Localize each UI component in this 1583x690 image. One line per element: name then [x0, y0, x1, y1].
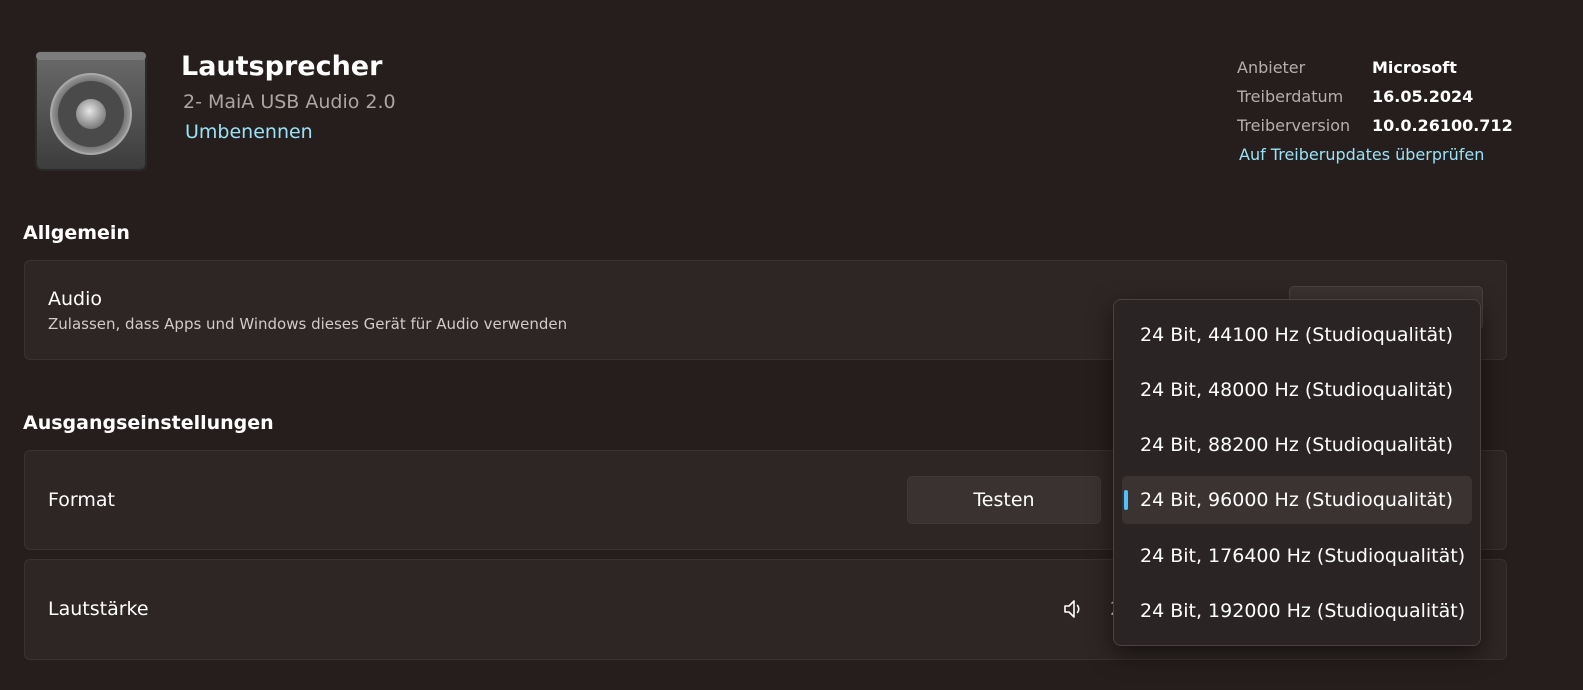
vendor-value: Microsoft	[1372, 58, 1457, 77]
driver-date-value: 16.05.2024	[1372, 87, 1474, 106]
format-option-label: 24 Bit, 88200 Hz (Studioqualität)	[1140, 434, 1454, 456]
section-general-title: Allgemein	[23, 222, 130, 244]
speaker-volume-icon[interactable]	[1062, 597, 1086, 621]
device-subtitle: 2- MaiA USB Audio 2.0	[183, 91, 396, 113]
test-button[interactable]: Testen	[907, 476, 1101, 524]
audio-description: Zulassen, dass Apps und Windows dieses G…	[48, 315, 568, 333]
format-dropdown-menu: 24 Bit, 44100 Hz (Studioqualität) 24 Bit…	[1113, 299, 1481, 646]
format-option-label: 24 Bit, 192000 Hz (Studioqualität)	[1140, 600, 1466, 622]
section-output-title: Ausgangseinstellungen	[23, 412, 274, 434]
format-option-label: 24 Bit, 96000 Hz (Studioqualität)	[1140, 489, 1454, 511]
speaker-device-icon	[34, 50, 148, 172]
rename-link[interactable]: Umbenennen	[185, 121, 313, 143]
format-option[interactable]: 24 Bit, 44100 Hz (Studioqualität)	[1122, 311, 1472, 359]
audio-title: Audio	[48, 288, 103, 310]
format-option[interactable]: 24 Bit, 88200 Hz (Studioqualität)	[1122, 421, 1472, 469]
format-option-selected[interactable]: 24 Bit, 96000 Hz (Studioqualität)	[1122, 476, 1472, 524]
format-option-label: 24 Bit, 48000 Hz (Studioqualität)	[1140, 379, 1454, 401]
format-option-label: 24 Bit, 176400 Hz (Studioqualität)	[1140, 545, 1466, 567]
driver-update-link[interactable]: Auf Treiberupdates überprüfen	[1239, 145, 1484, 164]
format-option[interactable]: 24 Bit, 192000 Hz (Studioqualität)	[1122, 587, 1472, 635]
device-name: Lautsprecher	[181, 51, 383, 82]
vendor-label: Anbieter	[1237, 58, 1306, 77]
volume-label: Lautstärke	[48, 598, 149, 620]
format-option[interactable]: 24 Bit, 176400 Hz (Studioqualität)	[1122, 532, 1472, 580]
driver-version-value: 10.0.26100.712	[1372, 116, 1513, 135]
format-option-label: 24 Bit, 44100 Hz (Studioqualität)	[1140, 324, 1454, 346]
driver-date-label: Treiberdatum	[1237, 87, 1344, 106]
format-option[interactable]: 24 Bit, 48000 Hz (Studioqualität)	[1122, 366, 1472, 414]
format-label: Format	[48, 489, 115, 511]
driver-version-label: Treiberversion	[1237, 116, 1351, 135]
selection-indicator	[1124, 490, 1128, 510]
